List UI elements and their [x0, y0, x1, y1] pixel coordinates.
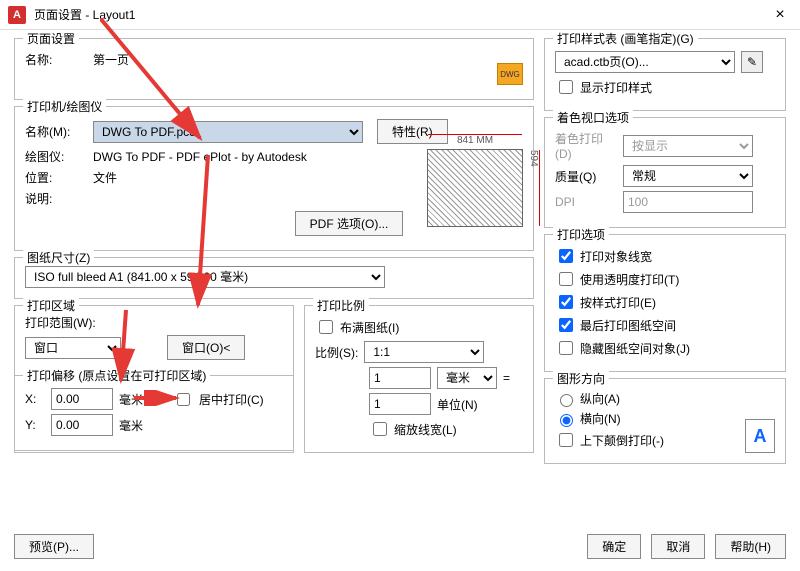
display-styles-label: 显示打印样式 — [580, 79, 652, 96]
opt-paperspace-last-checkbox[interactable] — [559, 318, 573, 332]
center-label: 居中打印(C) — [199, 391, 264, 408]
shade-plot-label: 着色打印(D) — [555, 130, 617, 161]
plotter-label: 绘图仪: — [25, 148, 87, 165]
orientation-title: 图形方向 — [553, 370, 609, 387]
opt-styles-label: 按样式打印(E) — [580, 294, 656, 311]
plot-scale-group: 打印比例 布满图纸(I) 比例(S):1:1 毫米= 单位(N) 缩放线宽(L) — [304, 305, 534, 453]
scale-equals: = — [503, 371, 510, 385]
scale-lw-label: 缩放线宽(L) — [394, 421, 457, 438]
portrait-radio[interactable] — [560, 394, 573, 407]
opt-transparency-label: 使用透明度打印(T) — [580, 271, 679, 288]
style-table-edit-icon[interactable]: ✎ — [741, 51, 763, 73]
help-button[interactable]: 帮助(H) — [715, 534, 786, 559]
shaded-title: 着色视口选项 — [553, 109, 633, 126]
shade-plot-select[interactable]: 按显示 — [623, 135, 753, 157]
pdf-options-button[interactable]: PDF 选项(O)... — [295, 211, 404, 236]
landscape-radio[interactable] — [560, 414, 573, 427]
quality-select[interactable]: 常规 — [623, 165, 753, 187]
preview-button[interactable]: 预览(P)... — [14, 534, 94, 559]
opt-styles-checkbox[interactable] — [559, 295, 573, 309]
display-styles-checkbox[interactable] — [559, 80, 573, 94]
opt-paperspace-last-label: 最后打印图纸空间 — [580, 317, 676, 334]
opt-transparency-checkbox[interactable] — [559, 272, 573, 286]
paper-preview: 841 MM 594 — [427, 149, 523, 227]
printer-name-label: 名称(M): — [25, 123, 87, 140]
opt-hide-paperspace-label: 隐藏图纸空间对象(J) — [580, 340, 690, 357]
desc-label: 说明: — [25, 190, 87, 207]
scale-mm-unit[interactable]: 毫米 — [437, 367, 497, 389]
fit-to-paper-checkbox[interactable] — [319, 320, 333, 334]
offset-y-input[interactable] — [51, 414, 113, 436]
offset-y-label: Y: — [25, 418, 45, 432]
opt-lineweights-label: 打印对象线宽 — [580, 248, 652, 265]
scale-unit-label: 单位(N) — [437, 396, 478, 413]
where-label: 位置: — [25, 169, 87, 186]
plot-scale-title: 打印比例 — [313, 297, 369, 314]
printer-title: 打印机/绘图仪 — [23, 98, 106, 115]
paper-width-dim: 841 MM — [428, 134, 522, 146]
paper-size-group: 图纸尺寸(Z) ISO full bleed A1 (841.00 x 594.… — [14, 257, 534, 299]
style-table-select[interactable]: acad.ctb页(O)... — [555, 51, 735, 73]
paper-height-dim: 594 — [528, 150, 540, 226]
plot-range-label: 打印范围(W): — [25, 314, 283, 331]
autocad-logo-icon: A — [8, 6, 26, 24]
page-setup-title: 页面设置 — [23, 30, 79, 47]
scale-lw-checkbox[interactable] — [373, 422, 387, 436]
page-name-label: 名称: — [25, 51, 87, 68]
upside-down-checkbox[interactable] — [559, 433, 573, 447]
plot-options-group: 打印选项 打印对象线宽 使用透明度打印(T) 按样式打印(E) 最后打印图纸空间… — [544, 234, 786, 372]
printer-name-select[interactable]: DWG To PDF.pc3 — [93, 121, 363, 143]
paper-size-title: 图纸尺寸(Z) — [23, 249, 94, 266]
window-title: 页面设置 - Layout1 — [34, 6, 768, 23]
center-checkbox[interactable] — [177, 393, 190, 406]
page-setup-group: 页面设置 名称: 第一页 DWG — [14, 38, 534, 100]
where-value: 文件 — [93, 169, 117, 186]
offset-x-label: X: — [25, 392, 45, 406]
plot-area-title: 打印区域 — [23, 297, 79, 314]
landscape-label: 横向(N) — [580, 410, 621, 427]
offset-x-input[interactable] — [51, 388, 113, 410]
orientation-icon: A — [745, 419, 775, 453]
close-button[interactable]: × — [768, 6, 792, 24]
dwg-icon: DWG — [497, 63, 523, 85]
plotter-value: DWG To PDF - PDF ePlot - by Autodesk — [93, 150, 307, 164]
page-name-value: 第一页 — [93, 51, 129, 68]
paper-size-select[interactable]: ISO full bleed A1 (841.00 x 594.00 毫米) — [25, 266, 385, 288]
opt-lineweights-checkbox[interactable] — [559, 249, 573, 263]
plot-range-select[interactable]: 窗口 — [25, 337, 121, 359]
style-table-title: 打印样式表 (画笔指定)(G) — [553, 30, 698, 47]
opt-hide-paperspace-checkbox[interactable] — [559, 341, 573, 355]
orientation-group: 图形方向 纵向(A) 横向(N) 上下颠倒打印(-) A — [544, 378, 786, 464]
fit-to-paper-label: 布满图纸(I) — [340, 319, 399, 336]
style-table-group: 打印样式表 (画笔指定)(G) acad.ctb页(O)... ✎ 显示打印样式 — [544, 38, 786, 111]
offset-title: 打印偏移 (原点设置在可打印区域) — [23, 367, 210, 384]
upside-down-label: 上下颠倒打印(-) — [580, 432, 664, 449]
cancel-button[interactable]: 取消 — [651, 534, 705, 559]
offset-group: 打印偏移 (原点设置在可打印区域) X: 毫米 居中打印(C) Y: 毫米 — [14, 375, 294, 451]
scale-label: 比例(S): — [315, 344, 358, 361]
shaded-group: 着色视口选项 着色打印(D)按显示 质量(Q)常规 DPI — [544, 117, 786, 228]
dialog-footer: 预览(P)... 确定 取消 帮助(H) — [0, 530, 800, 567]
offset-y-unit: 毫米 — [119, 417, 143, 434]
portrait-label: 纵向(A) — [580, 390, 620, 407]
scale-mm-input[interactable] — [369, 367, 431, 389]
printer-group: 打印机/绘图仪 名称(M): DWG To PDF.pc3 特性(R) 绘图仪:… — [14, 106, 534, 251]
scale-select[interactable]: 1:1 — [364, 341, 484, 363]
dpi-input[interactable] — [623, 191, 753, 213]
window-pick-button[interactable]: 窗口(O)< — [167, 335, 245, 360]
offset-x-unit: 毫米 — [119, 391, 143, 408]
title-bar: A 页面设置 - Layout1 × — [0, 0, 800, 30]
plot-options-title: 打印选项 — [553, 226, 609, 243]
dpi-label: DPI — [555, 195, 617, 209]
scale-unit-input[interactable] — [369, 393, 431, 415]
ok-button[interactable]: 确定 — [587, 534, 641, 559]
quality-label: 质量(Q) — [555, 168, 617, 185]
